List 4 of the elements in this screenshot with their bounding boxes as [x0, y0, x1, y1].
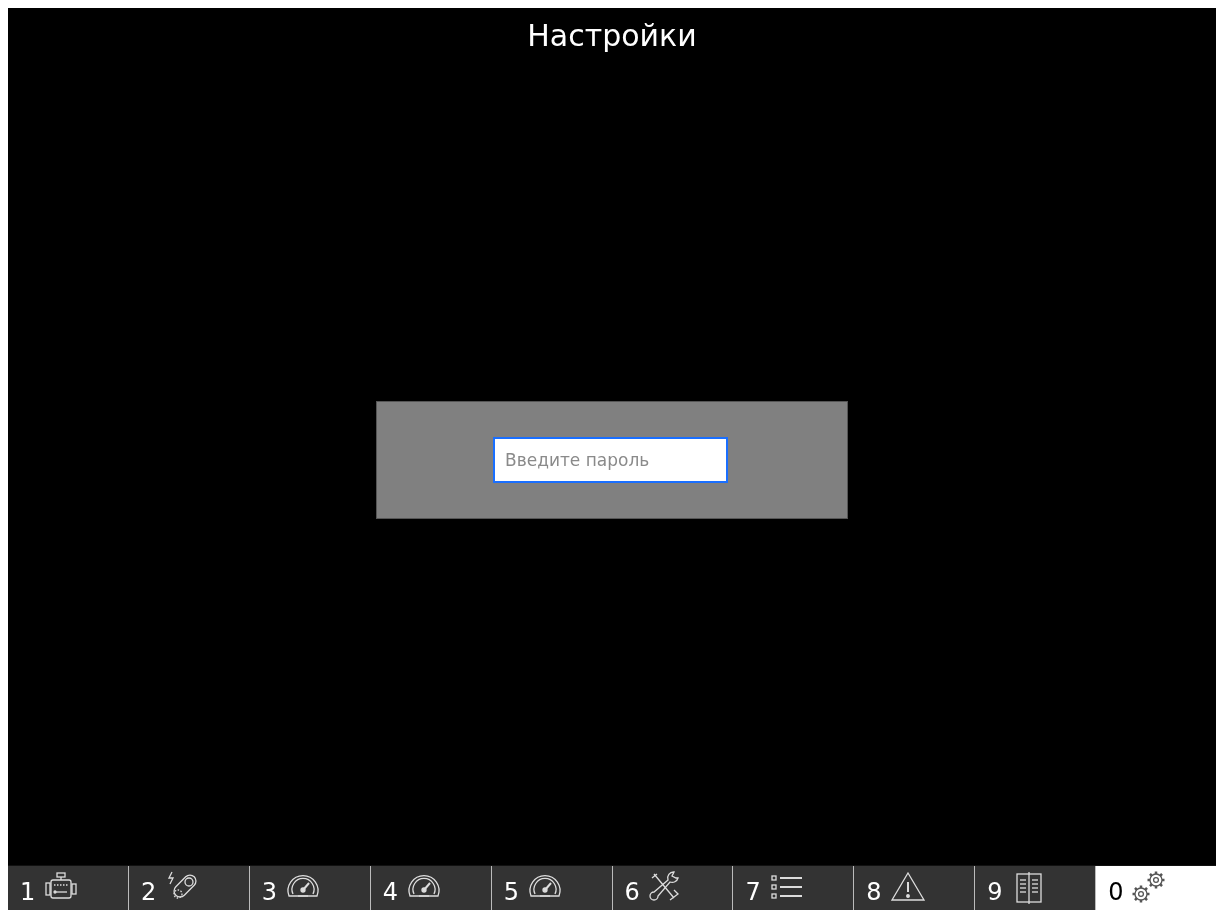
password-field[interactable]: Введите пароль: [493, 437, 728, 483]
screen-title: Настройки: [527, 17, 697, 53]
tab[interactable]: 0: [1095, 866, 1217, 910]
gears-icon: [1131, 870, 1168, 906]
